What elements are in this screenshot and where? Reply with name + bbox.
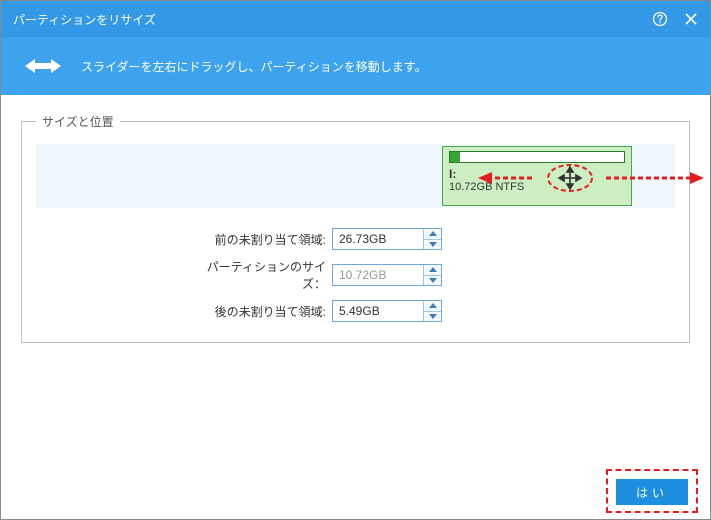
field-partition-size: パーティションのサイズ： (191, 258, 442, 292)
spin-up-before[interactable] (424, 229, 441, 240)
partition-block[interactable]: I: 10.72GB NTFS (442, 146, 632, 206)
field-after-unallocated: 後の未割り当て領域: (191, 300, 442, 322)
field-list: 前の未割り当て領域: パーティションのサイズ： (191, 228, 675, 322)
input-after-unallocated-wrap (332, 300, 442, 322)
input-before-unallocated[interactable] (333, 229, 423, 249)
help-icon[interactable] (652, 11, 668, 27)
spin-up-size[interactable] (424, 265, 441, 276)
label-before-unallocated: 前の未割り当て領域: (191, 231, 326, 248)
instruction-text: スライダーを左右にドラッグし、パーティションを移動します。 (81, 58, 427, 75)
window-title: パーティションをリサイズ (13, 11, 156, 28)
input-partition-size[interactable] (333, 265, 423, 285)
field-before-unallocated: 前の未割り当て領域: (191, 228, 442, 250)
label-partition-size: パーティションのサイズ： (191, 258, 326, 292)
spin-down-size[interactable] (424, 276, 441, 286)
partition-slider-track[interactable]: I: 10.72GB NTFS (36, 144, 675, 208)
spin-up-after[interactable] (424, 301, 441, 312)
footer: はい (616, 479, 688, 505)
spin-down-after[interactable] (424, 312, 441, 322)
resize-arrows-icon (25, 57, 61, 75)
ok-button[interactable]: はい (616, 479, 688, 505)
usage-fill (450, 152, 460, 162)
close-icon[interactable] (684, 12, 698, 26)
label-after-unallocated: 後の未割り当て領域: (191, 303, 326, 320)
drive-letter: I: (449, 167, 456, 181)
input-before-unallocated-wrap (332, 228, 442, 250)
titlebar: パーティションをリサイズ (1, 1, 710, 37)
input-partition-size-wrap (332, 264, 442, 286)
content-area: サイズと位置 I: 10.72GB NTFS (1, 95, 710, 353)
spin-down-before[interactable] (424, 240, 441, 250)
input-after-unallocated[interactable] (333, 301, 423, 321)
size-position-group: サイズと位置 I: 10.72GB NTFS (21, 113, 690, 343)
titlebar-controls (652, 11, 698, 27)
instruction-banner: スライダーを左右にドラッグし、パーティションを移動します。 (1, 37, 710, 95)
group-legend: サイズと位置 (36, 113, 120, 130)
usage-bar (449, 151, 625, 163)
partition-size-label: 10.72GB NTFS (449, 181, 625, 193)
